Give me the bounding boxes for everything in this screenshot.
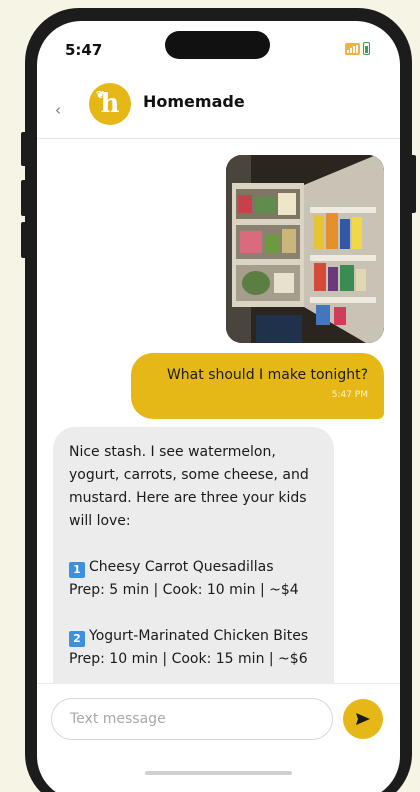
outgoing-message-time: 5:47 PM bbox=[331, 390, 368, 400]
message-composer bbox=[37, 683, 400, 753]
keycap-number-icon: 2 bbox=[69, 631, 85, 647]
fridge-photo-image bbox=[226, 155, 384, 343]
incoming-message-intro: Nice stash. I see watermelon, yogurt, ca… bbox=[69, 444, 314, 529]
recipe-name: Cheesy Carrot Quesadillas bbox=[89, 559, 274, 575]
recipe-meta: Prep: 10 min | Cook: 15 min | ~$6 bbox=[69, 651, 308, 667]
fridge-photo[interactable] bbox=[226, 155, 384, 343]
recipe-name: Yogurt-Marinated Chicken Bites bbox=[89, 628, 309, 644]
recipe-item: 1 Cheesy Carrot Quesadillas bbox=[69, 556, 318, 579]
home-indicator[interactable] bbox=[145, 771, 292, 775]
phone-screen: 5:47 ‹ ❦ h Homemade What should I make t… bbox=[37, 21, 400, 792]
signal-icon bbox=[345, 43, 360, 55]
chat-header: ‹ ❦ h Homemade bbox=[37, 79, 400, 139]
dynamic-island bbox=[165, 31, 270, 59]
back-icon[interactable]: ‹ bbox=[55, 101, 61, 119]
leaf-icon: ❦ bbox=[96, 90, 105, 101]
battery-icon bbox=[363, 42, 370, 55]
keycap-number-icon: 1 bbox=[69, 562, 85, 578]
status-time: 5:47 bbox=[65, 41, 103, 59]
status-icons bbox=[345, 42, 370, 55]
recipe-meta: Prep: 5 min | Cook: 10 min | ~$4 bbox=[69, 582, 299, 598]
message-list[interactable]: What should I make tonight? 5:47 PM Nice… bbox=[37, 141, 400, 703]
outgoing-message[interactable]: What should I make tonight? 5:47 PM bbox=[131, 353, 384, 419]
outgoing-message-text: What should I make tonight? bbox=[166, 367, 368, 383]
incoming-message[interactable]: Nice stash. I see watermelon, yogurt, ca… bbox=[53, 427, 334, 703]
message-input[interactable] bbox=[51, 698, 333, 740]
avatar[interactable]: ❦ h bbox=[89, 83, 131, 125]
send-icon bbox=[356, 713, 370, 725]
recipe-item: 2 Yogurt-Marinated Chicken Bites bbox=[69, 625, 318, 648]
chat-title: Homemade bbox=[143, 92, 245, 111]
send-button[interactable] bbox=[343, 699, 383, 739]
